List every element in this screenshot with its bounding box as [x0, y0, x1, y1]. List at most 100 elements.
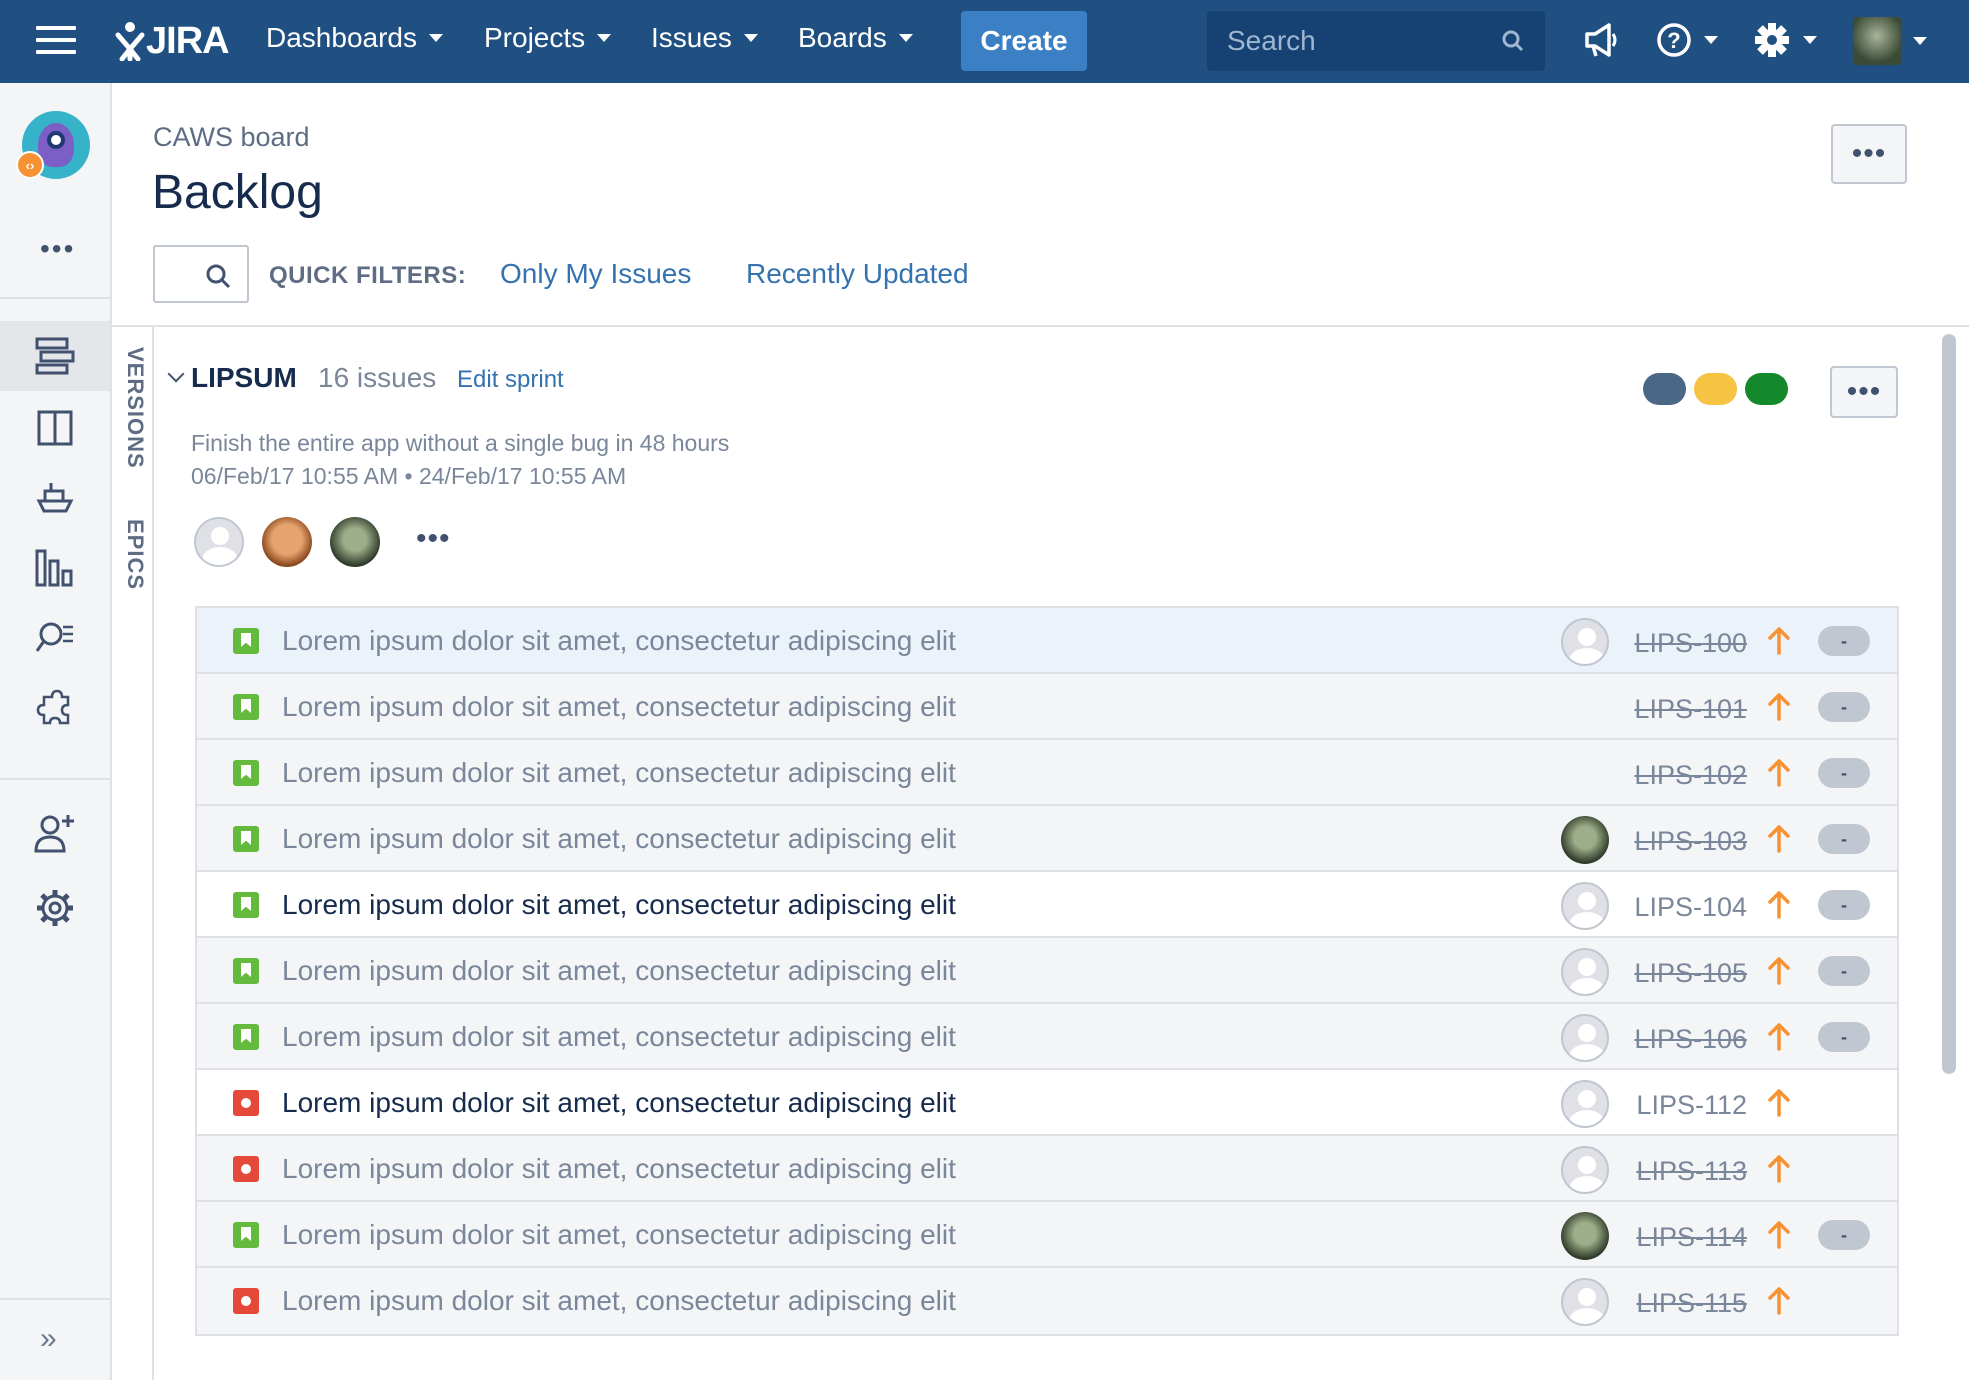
tab-versions[interactable]: VERSIONS: [122, 347, 148, 469]
scrollbar-thumb[interactable]: [1942, 334, 1956, 1074]
issue-key[interactable]: LIPS-104: [1634, 892, 1747, 923]
expand-sidebar-icon[interactable]: »: [40, 1322, 57, 1356]
story-type-icon: [233, 1024, 259, 1050]
sidebar-item-reports[interactable]: [0, 533, 110, 603]
estimate-badge[interactable]: -: [1818, 890, 1870, 920]
issue-key[interactable]: LIPS-114: [1636, 1222, 1747, 1253]
user-profile-menu[interactable]: [1853, 17, 1927, 65]
sidebar-item-issues[interactable]: [0, 603, 110, 673]
issue-key[interactable]: LIPS-100: [1634, 628, 1747, 659]
issue-row[interactable]: Lorem ipsum dolor sit amet, consectetur …: [197, 872, 1897, 938]
assignee-avatar[interactable]: [1561, 1278, 1609, 1326]
settings-gear-icon[interactable]: [1753, 20, 1817, 60]
issue-row[interactable]: Lorem ipsum dolor sit amet, consectetur …: [197, 1268, 1897, 1334]
jira-logo[interactable]: JIRA: [114, 16, 230, 66]
issue-key[interactable]: LIPS-106: [1634, 1024, 1747, 1055]
sidebar-item-backlog[interactable]: [0, 321, 110, 391]
edit-sprint-link[interactable]: Edit sprint: [457, 366, 564, 394]
issue-row[interactable]: Lorem ipsum dolor sit amet, consectetur …: [197, 806, 1897, 872]
issue-key[interactable]: LIPS-105: [1634, 958, 1747, 989]
issue-row[interactable]: Lorem ipsum dolor sit amet, consectetur …: [197, 674, 1897, 740]
sprint-issue-list: Lorem ipsum dolor sit amet, consectetur …: [195, 606, 1899, 1336]
create-button[interactable]: Create: [961, 11, 1087, 71]
assignee-avatar[interactable]: [1561, 1080, 1609, 1128]
caret-down-icon: [597, 34, 612, 42]
app-switcher-menu-icon[interactable]: [36, 26, 76, 56]
sprint-member-avatar[interactable]: [330, 517, 380, 567]
estimate-badge[interactable]: -: [1818, 956, 1870, 986]
priority-high-arrow-icon: [1767, 1021, 1791, 1056]
issue-key[interactable]: LIPS-103: [1634, 826, 1747, 857]
estimate-badge[interactable]: -: [1818, 626, 1870, 656]
status-inprogress-pill: [1694, 373, 1737, 405]
assignee-avatar[interactable]: [1561, 816, 1609, 864]
scrollbar[interactable]: [1940, 330, 1958, 1380]
story-type-icon: [233, 826, 259, 852]
search-input[interactable]: [1227, 25, 1497, 57]
caret-down-icon: [1704, 36, 1718, 44]
sprint-member-avatar[interactable]: [194, 517, 244, 567]
estimate-badge[interactable]: -: [1818, 692, 1870, 722]
priority-high-arrow-icon: [1767, 1153, 1791, 1188]
board-columns-icon: [37, 410, 73, 446]
issue-row[interactable]: Lorem ipsum dolor sit amet, consectetur …: [197, 1136, 1897, 1202]
quick-filter-recently-updated[interactable]: Recently Updated: [746, 258, 969, 290]
breadcrumb[interactable]: CAWS board: [153, 122, 310, 153]
priority-high-arrow-icon: [1767, 823, 1791, 858]
assignee-avatar[interactable]: [1561, 948, 1609, 996]
feedback-megaphone-icon[interactable]: [1583, 20, 1619, 60]
sidebar-item-releases[interactable]: [0, 463, 110, 533]
header-divider: [112, 325, 1969, 327]
issue-row[interactable]: Lorem ipsum dolor sit amet, consectetur …: [197, 1070, 1897, 1136]
issue-summary: Lorem ipsum dolor sit amet, consectetur …: [282, 889, 956, 920]
nav-projects-label: Projects: [484, 22, 586, 53]
assignee-avatar[interactable]: [1561, 1014, 1609, 1062]
chevron-down-icon[interactable]: [167, 365, 185, 383]
priority-high-arrow-icon: [1767, 889, 1791, 924]
help-icon[interactable]: ?: [1656, 20, 1718, 60]
nav-issues[interactable]: Issues: [651, 22, 758, 54]
sprint-member-avatar[interactable]: [262, 517, 312, 567]
issue-row[interactable]: Lorem ipsum dolor sit amet, consectetur …: [197, 1202, 1897, 1268]
sidebar-item-project-settings[interactable]: [0, 873, 110, 943]
nav-projects[interactable]: Projects: [484, 22, 612, 54]
sidebar-more-icon[interactable]: •••: [40, 233, 75, 265]
issue-key[interactable]: LIPS-102: [1634, 760, 1747, 791]
sidebar-item-add-people[interactable]: [0, 798, 110, 868]
issue-row[interactable]: Lorem ipsum dolor sit amet, consectetur …: [197, 740, 1897, 806]
estimate-badge[interactable]: -: [1818, 1022, 1870, 1052]
sprint-more-actions-button[interactable]: •••: [1830, 366, 1898, 418]
estimate-badge[interactable]: -: [1818, 824, 1870, 854]
nav-issues-label: Issues: [651, 22, 732, 53]
assignee-avatar[interactable]: [1561, 618, 1609, 666]
quick-filters-label: QUICK FILTERS:: [269, 262, 467, 289]
issue-row[interactable]: Lorem ipsum dolor sit amet, consectetur …: [197, 608, 1897, 674]
assignee-avatar[interactable]: [1561, 882, 1609, 930]
assignee-avatar[interactable]: [1561, 1146, 1609, 1194]
issue-key[interactable]: LIPS-113: [1636, 1156, 1747, 1187]
nav-boards[interactable]: Boards: [798, 22, 913, 54]
issue-key[interactable]: LIPS-112: [1636, 1090, 1747, 1121]
tab-epics[interactable]: EPICS: [122, 519, 148, 590]
issue-key[interactable]: LIPS-101: [1634, 694, 1747, 725]
backlog-filter-search-input[interactable]: [153, 245, 249, 303]
estimate-badge[interactable]: -: [1818, 758, 1870, 788]
jira-mark-icon: [115, 22, 145, 61]
issue-key[interactable]: LIPS-115: [1636, 1288, 1747, 1319]
issue-row[interactable]: Lorem ipsum dolor sit amet, consectetur …: [197, 938, 1897, 1004]
quick-filter-only-my-issues[interactable]: Only My Issues: [500, 258, 691, 290]
board-more-actions-button[interactable]: •••: [1831, 124, 1907, 184]
caret-down-icon: [1803, 36, 1817, 44]
estimate-badge[interactable]: -: [1818, 1220, 1870, 1250]
more-members-icon[interactable]: •••: [416, 522, 451, 556]
page-title: Backlog: [152, 166, 323, 219]
sidebar-item-active-sprints[interactable]: [0, 393, 110, 463]
assignee-avatar[interactable]: [1561, 1212, 1609, 1260]
bug-type-icon: [233, 1288, 259, 1314]
sidebar-item-components[interactable]: [0, 673, 110, 743]
issue-row[interactable]: Lorem ipsum dolor sit amet, consectetur …: [197, 1004, 1897, 1070]
story-type-icon: [233, 760, 259, 786]
nav-dashboards[interactable]: Dashboards: [266, 22, 443, 54]
search-box[interactable]: [1207, 11, 1545, 71]
story-type-icon: [233, 628, 259, 654]
